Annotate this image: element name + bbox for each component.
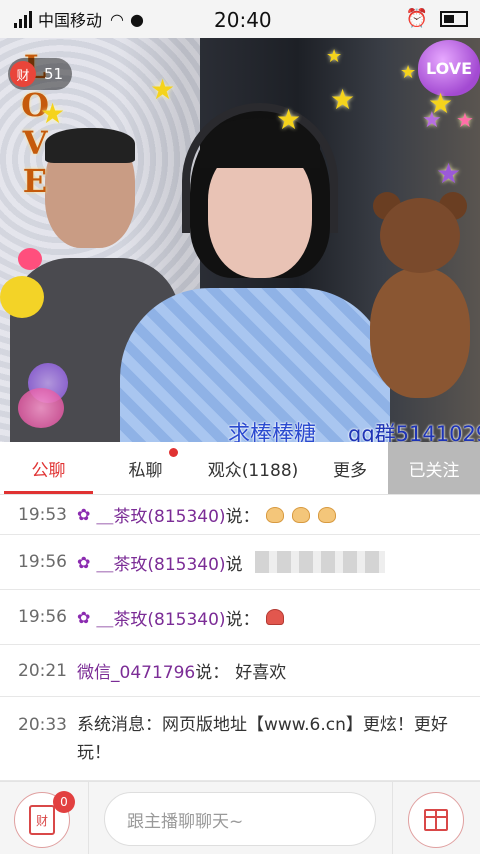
clap-emoji-icon	[317, 506, 336, 523]
bottom-bar: 财 0 跟主播聊聊天~	[0, 781, 480, 854]
wifi-icon: ◠	[110, 9, 124, 29]
message-username[interactable]: 微信_0471796	[77, 658, 195, 683]
carrier-name: 中国移动	[38, 11, 103, 30]
chat-message: 19:56 ✿ ＿茶玫(815340) 说：	[0, 590, 480, 645]
message-content	[265, 505, 344, 525]
message-say: 说：	[195, 663, 230, 683]
clap-emoji-icon	[265, 506, 284, 523]
signal-icon	[14, 10, 32, 28]
message-time: 20:33	[18, 715, 67, 735]
flower-icon: ✿	[77, 607, 91, 627]
gift-icon	[424, 809, 448, 831]
star-icon: ★	[330, 83, 356, 116]
flower-icon: ✿	[77, 505, 91, 524]
wealth-icon: 财	[10, 61, 36, 87]
video-person-host	[120, 88, 390, 442]
battery-icon	[440, 10, 468, 27]
system-message: 20:33 系统消息：网页版地址【www.6.cn】更炫！更好玩！	[0, 697, 480, 781]
message-username[interactable]: ＿茶玫(815340)	[96, 550, 225, 575]
wechat-icon: ●	[129, 9, 144, 29]
status-bar: 中国移动 ◠ ● 20:40 ⏰	[0, 0, 480, 38]
video-caption: 求棒棒糖	[228, 422, 317, 442]
chat-tabs: 公聊 私聊 观众(1188) 更多 已关注	[0, 442, 480, 495]
octopus-emoji-icon	[265, 609, 284, 625]
tab-public-chat[interactable]: 公聊	[0, 442, 97, 494]
blurred-content	[254, 551, 385, 573]
star-icon: ★	[40, 97, 66, 130]
message-time: 19:56	[18, 607, 67, 627]
chat-input[interactable]: 跟主播聊聊天~	[104, 792, 376, 846]
chat-message: 20:21 微信_0471796 说： 好喜欢	[0, 645, 480, 697]
message-say: 说：	[225, 609, 260, 630]
message-say: 说	[225, 554, 243, 575]
message-time: 19:56	[18, 552, 67, 572]
unread-dot	[169, 448, 178, 457]
star-icon: ★	[276, 103, 302, 136]
sticker-decoration	[0, 276, 44, 318]
tab-audience[interactable]: 观众(1188)	[194, 442, 312, 494]
star-icon: ★	[400, 62, 417, 83]
divider	[392, 782, 393, 854]
tab-more[interactable]: 更多	[312, 442, 388, 494]
message-username[interactable]: ＿茶玫(815340)	[96, 605, 225, 630]
system-message-text: 系统消息：网页版地址【www.6.cn】更炫！更好玩！	[77, 715, 448, 763]
teddy-bear-sticker	[365, 192, 475, 418]
wealth-count: 51	[44, 65, 64, 83]
alarm-icon: ⏰	[405, 8, 428, 29]
star-icon: ★	[326, 46, 343, 67]
chat-input-placeholder: 跟主播聊聊天~	[127, 811, 244, 832]
chat-list[interactable]: 19:53 ✿ ＿茶玫(815340) 说： 19:56 ✿ ＿茶玫(81534…	[0, 495, 480, 781]
wallet-button[interactable]: 财 0	[14, 791, 75, 848]
wallet-icon: 财	[29, 805, 55, 835]
message-content	[265, 607, 292, 627]
message-time: 20:21	[18, 660, 67, 681]
message-content: 好喜欢	[235, 663, 287, 683]
chat-message: 19:53 ✿ ＿茶玫(815340) 说：	[0, 495, 480, 535]
message-username[interactable]: ＿茶玫(815340)	[96, 502, 225, 527]
divider	[88, 782, 89, 854]
tab-private-chat[interactable]: 私聊	[97, 442, 194, 494]
message-say: 说：	[225, 507, 260, 527]
star-icon: ★	[150, 73, 176, 106]
star-icon: ★	[422, 108, 442, 133]
star-icon: ★	[436, 157, 462, 190]
flower-icon: ✿	[77, 552, 91, 572]
wallet-badge: 0	[53, 791, 75, 813]
heart-icon	[18, 248, 42, 270]
star-icon: ★	[456, 108, 474, 132]
app-root: 中国移动 ◠ ● 20:40 ⏰ L O V E LOVE ★ ★ ★ ★ ★	[0, 0, 480, 854]
message-time: 19:53	[18, 504, 67, 525]
clap-emoji-icon	[291, 506, 310, 523]
live-video[interactable]: L O V E LOVE ★ ★ ★ ★ ★ ★ ★ ★ ★ ★ 财 51 求棒…	[0, 38, 480, 442]
video-caption-qq: qq群5141029	[348, 422, 480, 442]
follow-button[interactable]: 已关注	[388, 442, 480, 494]
status-time: 20:40	[214, 8, 272, 32]
wealth-badge[interactable]: 财 51	[8, 58, 72, 90]
gift-button[interactable]	[408, 792, 464, 848]
chat-message: 19:56 ✿ ＿茶玫(815340) 说	[0, 535, 480, 590]
heart-icon	[18, 388, 64, 428]
